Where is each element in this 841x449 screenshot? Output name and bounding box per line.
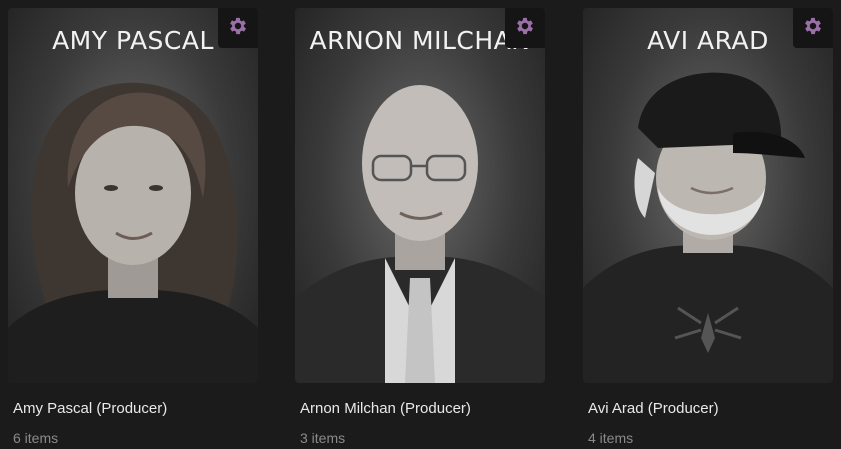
collection-card[interactable]: ARNON MILCHAN Arnon Milchan (Producer) 3… <box>295 0 545 449</box>
poster[interactable]: ARNON MILCHAN <box>295 8 545 383</box>
card-title[interactable]: Arnon Milchan (Producer) <box>300 400 471 417</box>
collection-grid: AMY PASCAL Amy Pascal (Producer) 6 items <box>0 0 841 449</box>
collection-card[interactable]: AVI ARAD Avi Arad (Producer) 4 items <box>583 0 833 449</box>
gear-icon <box>802 15 824 42</box>
card-subtitle: 3 items <box>300 430 346 446</box>
card-title[interactable]: Amy Pascal (Producer) <box>13 400 167 417</box>
card-subtitle: 6 items <box>13 430 59 446</box>
portrait-image <box>8 82 258 383</box>
gear-icon <box>227 15 249 42</box>
card-subtitle: 4 items <box>588 430 634 446</box>
collection-card[interactable]: AMY PASCAL Amy Pascal (Producer) 6 items <box>8 0 258 449</box>
portrait-image <box>583 72 833 383</box>
card-title[interactable]: Avi Arad (Producer) <box>588 400 719 417</box>
settings-button[interactable] <box>793 8 833 48</box>
portrait-image <box>295 85 545 383</box>
gear-icon <box>514 15 536 42</box>
poster[interactable]: AMY PASCAL <box>8 8 258 383</box>
poster[interactable]: AVI ARAD <box>583 8 833 383</box>
settings-button[interactable] <box>505 8 545 48</box>
settings-button[interactable] <box>218 8 258 48</box>
